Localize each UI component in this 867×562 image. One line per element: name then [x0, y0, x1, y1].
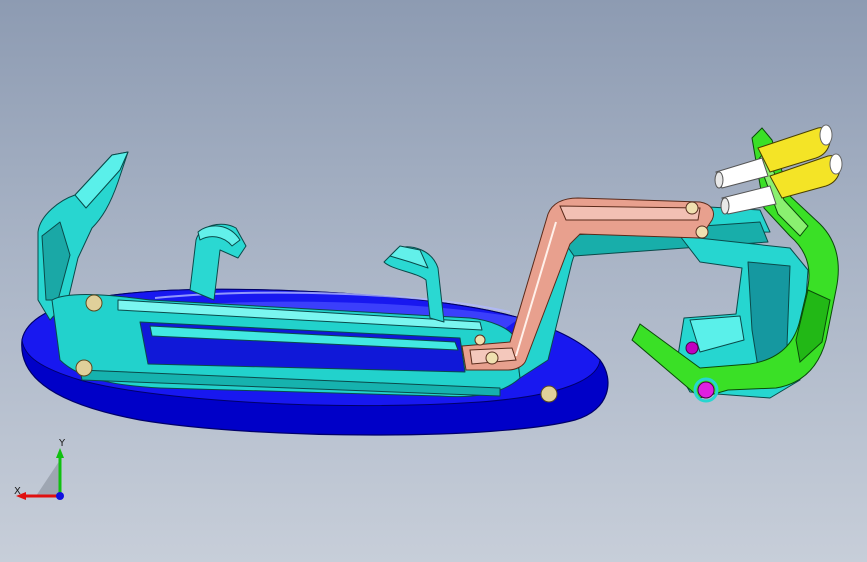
bolt [695, 225, 709, 239]
bolt [85, 294, 103, 312]
graphics-viewport[interactable]: Y X [0, 0, 867, 562]
y-axis-label: Y [58, 438, 66, 449]
bolt [75, 359, 93, 377]
fixture-model[interactable] [0, 0, 867, 562]
z-axis-dot [56, 492, 64, 500]
bolt [485, 351, 499, 365]
bracket[interactable] [461, 197, 714, 371]
bolt [540, 385, 558, 403]
bolt [685, 201, 699, 215]
coordinate-triad: Y X [14, 438, 66, 500]
bolt [474, 334, 486, 346]
x-axis-label: X [14, 486, 21, 497]
main-frame[interactable] [37, 151, 809, 399]
